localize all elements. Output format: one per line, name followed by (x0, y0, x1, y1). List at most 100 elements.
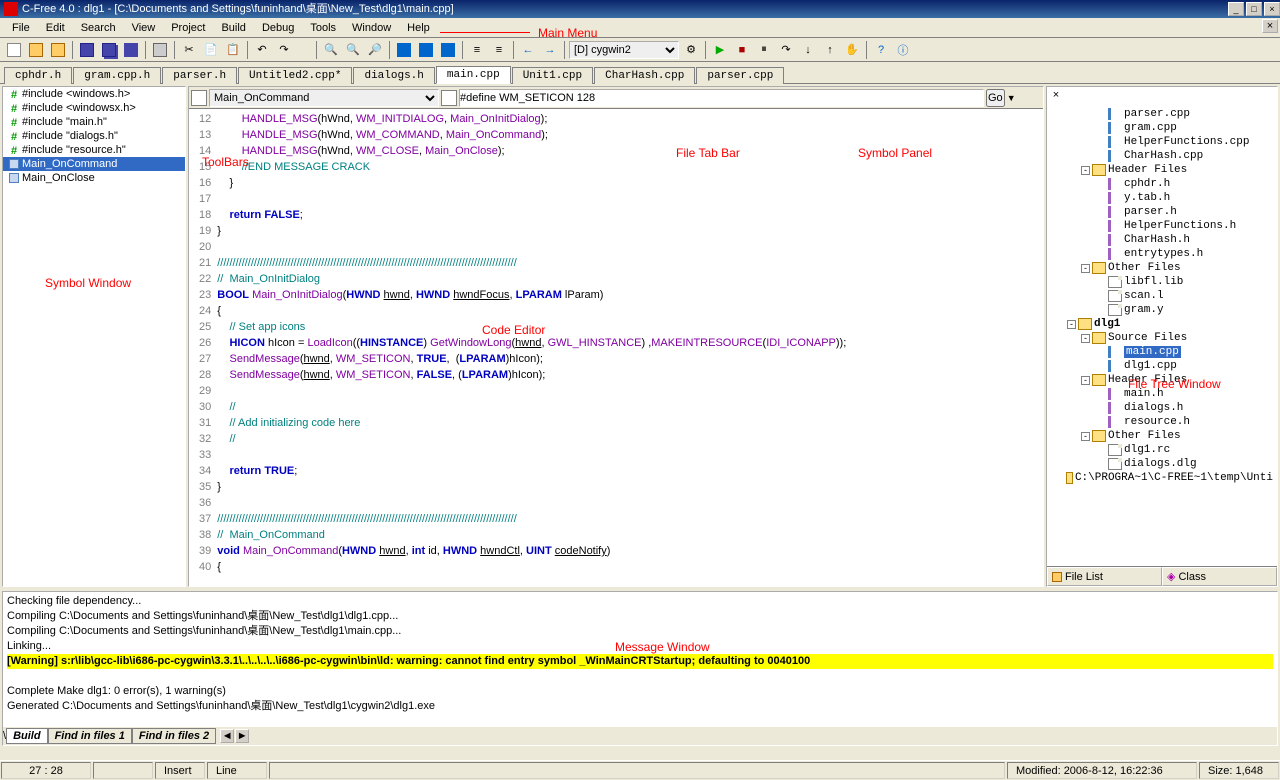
tree-node[interactable]: -Other Files (1049, 429, 1275, 443)
build-config-select[interactable]: [D] cygwin2 (569, 41, 679, 59)
symbol-item[interactable]: ##include <windows.h> (3, 87, 185, 101)
tree-node[interactable]: cphdr.h (1049, 177, 1275, 191)
help-button[interactable]: ? (871, 40, 891, 60)
maximize-button[interactable]: □ (1246, 2, 1262, 16)
file-tab[interactable]: parser.cpp (696, 67, 784, 84)
tree-node[interactable]: -Source Files (1049, 331, 1275, 345)
message-output[interactable]: Checking file dependency...Compiling C:\… (3, 592, 1277, 727)
save-button[interactable] (77, 40, 97, 60)
menu-edit[interactable]: Edit (38, 20, 73, 36)
tree-node[interactable]: main.h (1049, 387, 1275, 401)
file-tab[interactable]: Unit1.cpp (512, 67, 593, 84)
menu-window[interactable]: Window (344, 20, 399, 36)
go-button[interactable]: Go (986, 89, 1005, 107)
tree-node[interactable]: -Header Files (1049, 163, 1275, 177)
menu-tools[interactable]: Tools (302, 20, 344, 36)
tree-node[interactable]: entrytypes.h (1049, 247, 1275, 261)
message-tab[interactable]: Build (6, 728, 48, 744)
file-tab[interactable]: dialogs.h (353, 67, 434, 84)
undo-button[interactable]: ↶ (252, 40, 272, 60)
menu-view[interactable]: View (124, 20, 164, 36)
folder-button[interactable] (48, 40, 68, 60)
symbol-item[interactable]: ##include <windowsx.h> (3, 101, 185, 115)
define-input[interactable] (459, 89, 984, 107)
file-tree-window[interactable]: × parser.cppgram.cppHelperFunctions.cppC… (1046, 86, 1278, 587)
about-button[interactable]: ⓘ (893, 40, 913, 60)
tree-node[interactable]: HelperFunctions.cpp (1049, 135, 1275, 149)
step-into-button[interactable]: ↓ (798, 40, 818, 60)
cut-button[interactable]: ✂ (179, 40, 199, 60)
find-button[interactable]: 🔍 (321, 40, 341, 60)
expand-icon[interactable]: - (1081, 166, 1090, 175)
tree-node[interactable]: scan.l (1049, 289, 1275, 303)
tree-node[interactable]: parser.h (1049, 205, 1275, 219)
file-tab[interactable]: CharHash.cpp (594, 67, 695, 84)
tree-node[interactable]: HelperFunctions.h (1049, 219, 1275, 233)
msg-scroll-left[interactable]: ◄ (220, 729, 234, 743)
file-tab[interactable]: gram.cpp.h (73, 67, 161, 84)
tree-node[interactable]: main.cpp (1049, 345, 1275, 359)
open-button[interactable] (26, 40, 46, 60)
tree-node[interactable]: -Other Files (1049, 261, 1275, 275)
tree-node[interactable]: y.tab.h (1049, 191, 1275, 205)
tree-node[interactable]: parser.cpp (1049, 107, 1275, 121)
expand-icon[interactable]: - (1081, 376, 1090, 385)
tree-node[interactable]: gram.cpp (1049, 121, 1275, 135)
file-tab[interactable]: cphdr.h (4, 67, 72, 84)
stop-button[interactable]: ■ (732, 40, 752, 60)
symbol-item[interactable]: ##include "dialogs.h" (3, 129, 185, 143)
file-tab[interactable]: main.cpp (436, 66, 511, 84)
tab-class[interactable]: ◈Class (1162, 567, 1277, 586)
tree-node[interactable]: CharHash.h (1049, 233, 1275, 247)
tree-node[interactable]: dlg1.rc (1049, 443, 1275, 457)
step-out-button[interactable]: ↑ (820, 40, 840, 60)
tree-node[interactable]: gram.y (1049, 303, 1275, 317)
mdi-close-button[interactable]: × (1262, 19, 1278, 33)
tree-node[interactable]: -Header Files (1049, 373, 1275, 387)
expand-icon[interactable]: - (1081, 334, 1090, 343)
nav-back-button[interactable]: ← (518, 40, 538, 60)
tree-node[interactable]: dialogs.dlg (1049, 457, 1275, 471)
menu-build[interactable]: Build (213, 20, 253, 36)
copy-button[interactable]: 📄 (201, 40, 221, 60)
replace-button[interactable]: 🔎 (365, 40, 385, 60)
tree-node[interactable]: dialogs.h (1049, 401, 1275, 415)
bookmark-button[interactable] (394, 40, 414, 60)
menu-file[interactable]: File (4, 20, 38, 36)
tree-node[interactable]: -dlg1 (1049, 317, 1275, 331)
indent-left-button[interactable]: ≡ (467, 40, 487, 60)
message-tab[interactable]: Find in files 2 (132, 728, 216, 744)
tab-file-list[interactable]: File List (1047, 567, 1162, 586)
tree-node[interactable]: C:\PROGRA~1\C-FREE~1\temp\Unti (1049, 471, 1275, 485)
tree-node[interactable]: libfl.lib (1049, 275, 1275, 289)
pause-button[interactable]: ⏸ (754, 40, 774, 60)
find-in-files-button[interactable]: 🔍 (343, 40, 363, 60)
bookmark-next-button[interactable] (438, 40, 458, 60)
symbol-item[interactable]: ##include "resource.h" (3, 143, 185, 157)
nav-fwd-button[interactable]: → (540, 40, 560, 60)
breakpoint-button[interactable]: ✋ (842, 40, 862, 60)
tree-node[interactable]: dlg1.cpp (1049, 359, 1275, 373)
menu-help[interactable]: Help (399, 20, 438, 36)
expand-icon[interactable]: - (1067, 320, 1076, 329)
bookmark-prev-button[interactable] (416, 40, 436, 60)
step-over-button[interactable]: ↷ (776, 40, 796, 60)
function-select[interactable]: Main_OnCommand (209, 89, 439, 107)
code-editor[interactable]: 1213141516171819202122232425262728293031… (189, 109, 1043, 586)
file-tab[interactable]: parser.h (162, 67, 237, 84)
save-as-button[interactable] (121, 40, 141, 60)
indent-right-button[interactable]: ≡ (489, 40, 509, 60)
file-tab[interactable]: Untitled2.cpp* (238, 67, 352, 84)
paste-button[interactable]: 📋 (223, 40, 243, 60)
expand-icon[interactable]: - (1081, 432, 1090, 441)
symbol-item[interactable]: Main_OnClose (3, 171, 185, 185)
symbol-item[interactable]: ##include "main.h" (3, 115, 185, 129)
symbol-window[interactable]: ##include <windows.h>##include <windowsx… (2, 86, 186, 587)
message-tab[interactable]: Find in files 1 (48, 728, 132, 744)
expand-icon[interactable]: - (1081, 264, 1090, 273)
menu-project[interactable]: Project (163, 20, 213, 36)
symbol-item[interactable]: Main_OnCommand (3, 157, 185, 171)
close-button[interactable]: × (1264, 2, 1280, 16)
tree-node[interactable]: resource.h (1049, 415, 1275, 429)
build-settings-button[interactable]: ⚙ (681, 40, 701, 60)
